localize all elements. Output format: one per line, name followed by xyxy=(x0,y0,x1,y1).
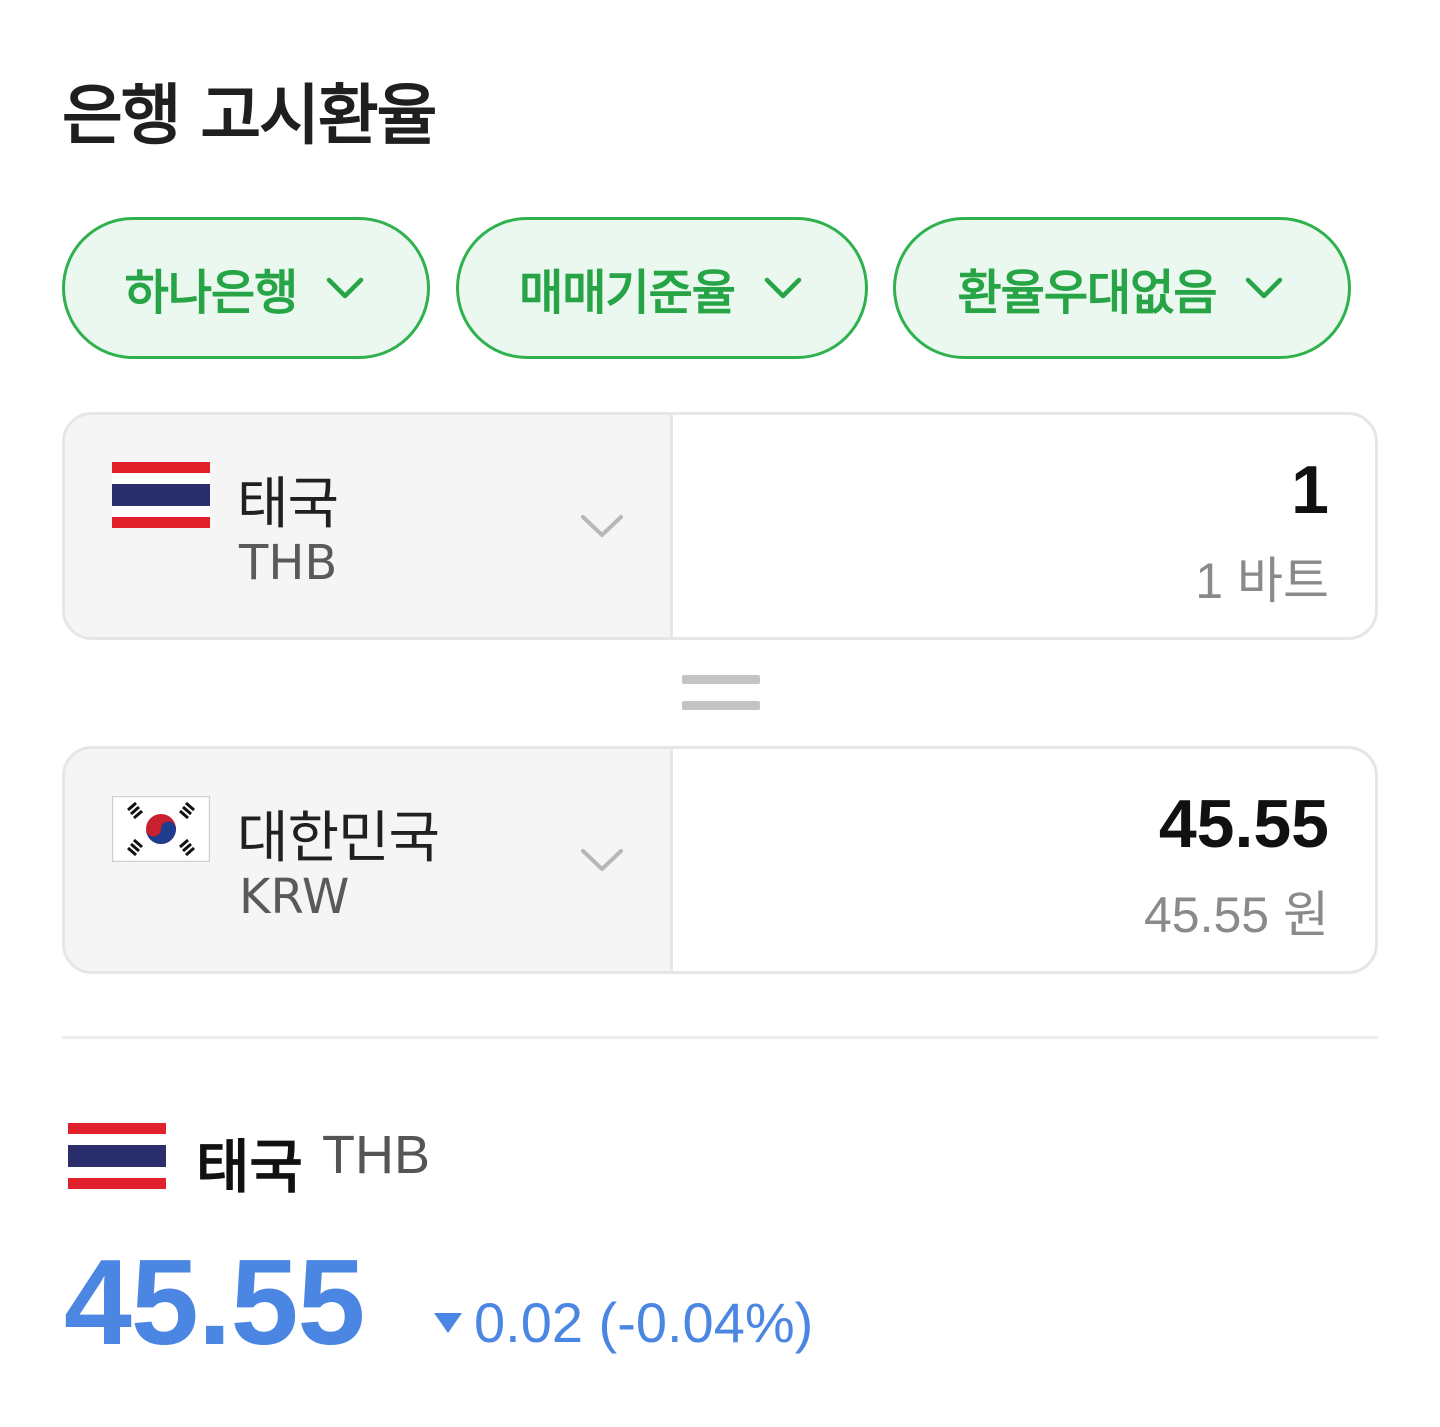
to-currency-code: KRW xyxy=(239,869,350,925)
from-amount-value: 1 xyxy=(1291,452,1329,528)
page-title: 은행 고시환율 xyxy=(62,77,437,154)
equals-icon xyxy=(682,675,760,711)
to-amount-value: 45.55 xyxy=(1158,786,1329,862)
to-country-name: 대한민국 xyxy=(237,806,440,871)
preferential-rate-filter-button[interactable]: 환율우대없음 xyxy=(893,217,1351,359)
rate-type-filter-button[interactable]: 매매기준율 xyxy=(456,217,868,359)
from-amount-text: 1 바트 xyxy=(1195,553,1329,609)
rate-change-text: 0.02 (-0.04%) xyxy=(474,1291,814,1354)
preferential-rate-filter-label: 환율우대없음 xyxy=(957,265,1218,321)
chevron-down-icon xyxy=(764,277,802,299)
bank-filter-label: 하나은행 xyxy=(124,265,299,321)
rate-change: 0.02 (-0.04%) xyxy=(434,1290,813,1355)
triangle-down-icon xyxy=(434,1312,462,1333)
from-country-name: 태국 xyxy=(237,472,339,537)
chevron-down-icon xyxy=(1246,277,1283,299)
rate-type-filter-label: 매매기준율 xyxy=(519,265,736,321)
chevron-down-icon xyxy=(581,849,623,871)
to-currency-select[interactable]: 대한민국 KRW xyxy=(65,749,673,971)
south-korea-flag-icon xyxy=(112,796,210,862)
to-amount-output[interactable]: 45.55 45.55 원 xyxy=(673,749,1375,971)
thailand-flag-icon xyxy=(112,462,210,528)
exchange-rate-widget: 은행 고시환율 하나은행 매매기준율 환율우대없음 태국 THB 1 1 바트 … xyxy=(0,0,1440,1427)
thailand-flag-icon xyxy=(68,1123,166,1189)
bank-filter-button[interactable]: 하나은행 xyxy=(62,217,430,359)
chevron-down-icon xyxy=(327,277,364,299)
from-amount-input[interactable]: 1 1 바트 xyxy=(673,415,1375,637)
chevron-down-icon xyxy=(581,515,623,537)
summary-country-name: 태국 xyxy=(196,1133,303,1201)
from-currency-code: THB xyxy=(239,535,338,591)
from-currency-card: 태국 THB 1 1 바트 xyxy=(62,412,1378,640)
exchange-rate-value: 45.55 xyxy=(64,1234,365,1370)
summary-currency-code: THB xyxy=(322,1125,430,1185)
section-divider xyxy=(62,1036,1378,1039)
from-currency-select[interactable]: 태국 THB xyxy=(65,415,673,637)
to-amount-text: 45.55 원 xyxy=(1143,887,1329,943)
to-currency-card: 대한민국 KRW 45.55 45.55 원 xyxy=(62,746,1378,974)
